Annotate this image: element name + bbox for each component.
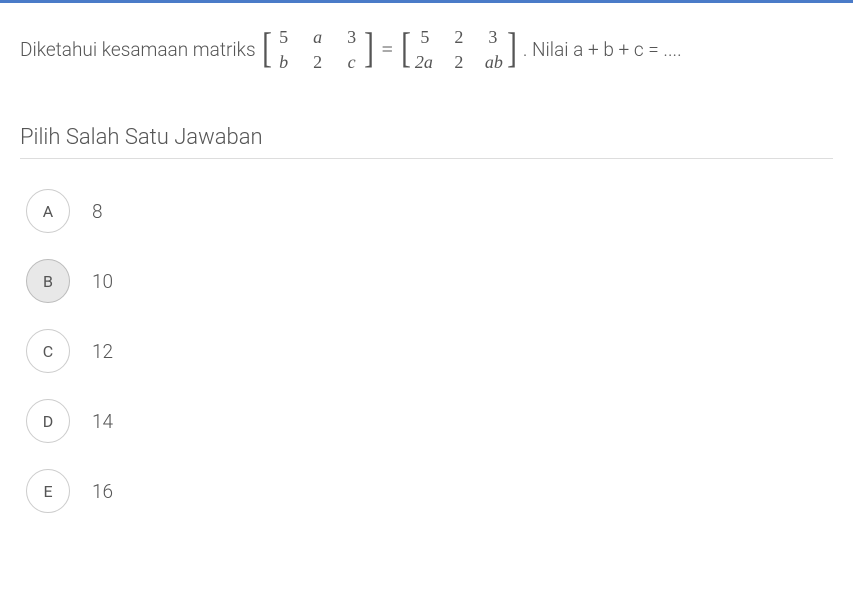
matrix-cell: 5 <box>276 25 292 50</box>
matrix-cell: 2 <box>310 50 326 75</box>
equals-sign: = <box>382 36 393 64</box>
answer-option-a[interactable]: A 8 <box>26 189 833 233</box>
bracket-left-open: [ <box>262 31 272 69</box>
answer-text-d: 14 <box>92 410 113 433</box>
matrix-left: [ 5 a 3 b 2 c ] <box>260 25 376 75</box>
answer-option-e[interactable]: E 16 <box>26 469 833 513</box>
bracket-right-open: [ <box>401 31 411 69</box>
question-text: Diketahui kesamaan matriks [ 5 a 3 b 2 c <box>20 25 833 75</box>
matrix-left-row1: 5 a 3 <box>276 25 360 50</box>
question-container: Diketahui kesamaan matriks [ 5 a 3 b 2 c <box>0 3 853 75</box>
answer-circle-b[interactable]: B <box>26 259 70 303</box>
matrix-cell: b <box>276 50 292 75</box>
answer-option-b[interactable]: B 10 <box>26 259 833 303</box>
bracket-right-close: ] <box>507 31 517 69</box>
answer-option-c[interactable]: C 12 <box>26 329 833 373</box>
matrix-cell: 5 <box>417 25 433 50</box>
matrix-cell: a <box>310 25 326 50</box>
answer-option-d[interactable]: D 14 <box>26 399 833 443</box>
matrix-cell: c <box>344 50 360 75</box>
matrix-cell: ab <box>485 50 503 75</box>
question-suffix: . Nilai a + b + c = .... <box>523 37 682 64</box>
answer-text-b: 10 <box>92 270 113 293</box>
answer-circle-c[interactable]: C <box>26 329 70 373</box>
matrix-right-content: 5 2 3 2a 2 ab <box>415 25 503 75</box>
matrix-cell: 2 <box>451 25 467 50</box>
answer-text-e: 16 <box>92 480 113 503</box>
matrix-right: [ 5 2 3 2a 2 ab ] <box>399 25 519 75</box>
answer-circle-e[interactable]: E <box>26 469 70 513</box>
matrix-cell: 2 <box>451 50 467 75</box>
answer-circle-a[interactable]: A <box>26 189 70 233</box>
matrix-left-row2: b 2 c <box>276 50 360 75</box>
answers-list: A 8 B 10 C 12 D 14 E 16 <box>0 159 853 513</box>
matrix-cell: 3 <box>485 25 501 50</box>
answer-text-a: 8 <box>92 200 103 223</box>
section-divider: Pilih Salah Satu Jawaban <box>0 125 853 159</box>
matrix-cell: 3 <box>344 25 360 50</box>
answer-circle-d[interactable]: D <box>26 399 70 443</box>
matrix-equation: [ 5 a 3 b 2 c ] = [ <box>260 25 519 75</box>
matrix-right-row1: 5 2 3 <box>415 25 503 50</box>
matrix-left-content: 5 a 3 b 2 c <box>276 25 360 75</box>
section-title: Pilih Salah Satu Jawaban <box>20 125 833 159</box>
answer-text-c: 12 <box>92 340 113 363</box>
matrix-right-row2: 2a 2 ab <box>415 50 503 75</box>
question-prefix: Diketahui kesamaan matriks <box>20 37 256 64</box>
bracket-left-close: ] <box>364 31 374 69</box>
matrix-cell: 2a <box>415 50 433 75</box>
